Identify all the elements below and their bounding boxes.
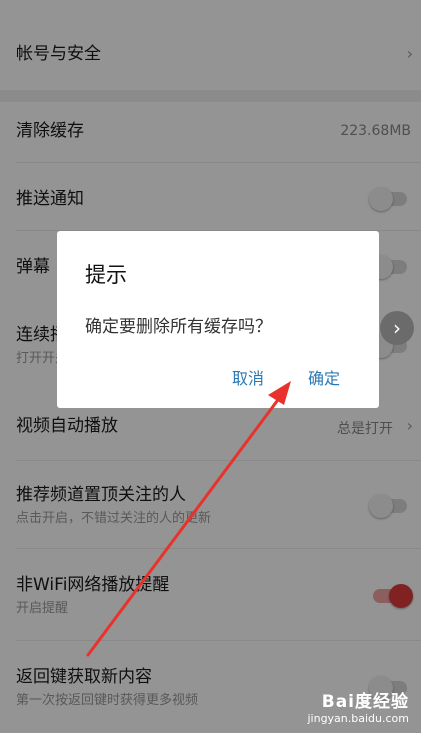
chevron-right-icon[interactable]: ›: [380, 311, 414, 345]
watermark-brand: Bai度经验: [321, 692, 409, 712]
confirm-button[interactable]: 确定: [308, 365, 340, 389]
watermark-url: jingyan.baidu.com: [307, 712, 409, 725]
dialog-message: 确定要删除所有缓存吗？: [85, 317, 272, 337]
watermark: Bai度经验 jingyan.baidu.com: [307, 687, 409, 725]
cancel-button[interactable]: 取消: [232, 365, 264, 389]
dialog-title: 提示: [85, 263, 127, 287]
confirm-dialog: 提示 确定要删除所有缓存吗？ 取消 确定: [57, 231, 379, 408]
